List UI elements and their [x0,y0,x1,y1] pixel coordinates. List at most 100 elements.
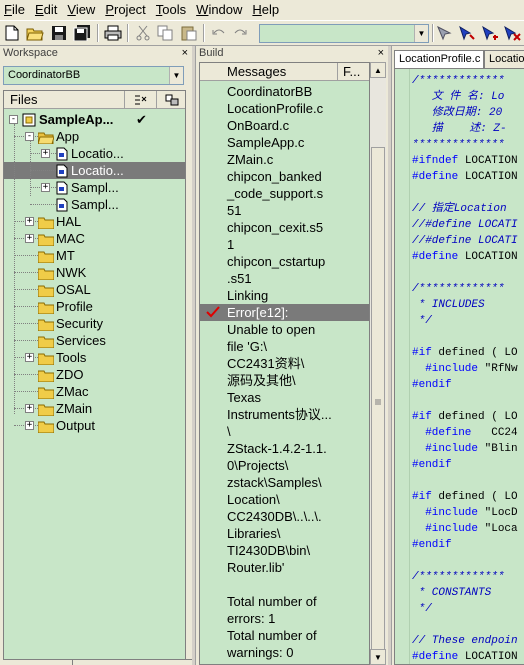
menu-view[interactable]: View [63,0,101,20]
build-message-line[interactable]: CC2431资料\ [227,355,304,372]
undo-icon[interactable] [210,24,228,42]
build-message-line[interactable]: TI2430DB\bin\ [227,542,310,559]
build-message-line[interactable]: ZMain.c [227,151,273,168]
menu-help[interactable]: Help [248,0,285,20]
save-all-icon[interactable] [73,24,91,42]
code-editor[interactable]: /************* 文 件 名: Lo 修改日期: 20 描 述: Z… [394,68,524,665]
build-message-line[interactable]: chipcon_cexit.s5 [227,219,323,236]
tree-item[interactable]: Sampl... [4,196,185,213]
build-message-line[interactable]: Total number of [227,627,317,644]
build-message-line[interactable]: 51 [227,202,241,219]
expand-icon[interactable]: + [25,217,34,226]
tree-item[interactable]: NWK [4,264,185,281]
tree-item[interactable]: + Tools [4,349,185,366]
tree-item[interactable]: Locatio... [4,162,185,179]
next-bookmark-icon[interactable] [458,24,476,42]
cut-icon[interactable] [134,24,152,42]
build-message-line[interactable]: warnings: 0 [227,644,293,661]
build-message-line[interactable]: chipcon_banked [227,168,322,185]
chevron-down-icon[interactable]: ▼ [414,25,428,42]
build-message-line[interactable]: Linking [227,287,268,304]
expand-icon[interactable]: + [41,183,50,192]
go-to-definition-icon[interactable] [481,24,499,42]
build-message-line[interactable]: 源码及其他\ [227,372,296,389]
tree-item[interactable]: + Sampl... [4,179,185,196]
options-column-icon[interactable] [156,91,185,108]
build-message-line[interactable]: _code_support.s [227,185,323,202]
workspace-close-button[interactable]: × [182,46,188,60]
tree-item[interactable]: ZDO [4,366,185,383]
expand-icon[interactable]: + [25,353,34,362]
collapse-icon[interactable]: - [9,115,18,124]
build-message-line[interactable]: Router.lib' [227,559,284,576]
menu-file[interactable]: File [0,0,31,20]
scroll-thumb[interactable] [371,147,385,657]
build-message-line[interactable]: 0\Projects\ [227,457,288,474]
menu-edit[interactable]: Edit [31,0,63,20]
collapse-icon[interactable]: - [25,132,34,141]
tree-item[interactable]: Profile [4,298,185,315]
menu-window[interactable]: Window [192,0,248,20]
redo-icon[interactable] [231,24,249,42]
toggle-bookmark-icon[interactable] [436,24,454,42]
tab-location[interactable]: Location [484,50,524,68]
tree-item[interactable]: - SampleAp... ✔ [4,111,185,128]
copy-icon[interactable] [156,24,174,42]
new-file-icon[interactable] [3,24,21,42]
files-column-header[interactable]: Files [10,92,37,107]
save-icon[interactable] [50,24,68,42]
build-scrollbar[interactable]: ▲ ▼ [370,62,386,665]
tree-item[interactable]: OSAL [4,281,185,298]
tree-item[interactable]: + MAC [4,230,185,247]
tab-location-profile-c[interactable]: LocationProfile.c [394,50,484,68]
make-status-column-icon[interactable] [124,91,156,108]
expand-icon[interactable]: + [25,421,34,430]
build-message-line[interactable]: Location\ [227,491,280,508]
tree-item[interactable]: + Locatio... [4,145,185,162]
build-message-line[interactable]: LocationProfile.c [227,100,323,117]
paste-icon[interactable] [180,24,198,42]
build-message-line[interactable]: \ [227,423,231,440]
build-message-line[interactable]: file 'G:\ [227,338,267,355]
build-close-button[interactable]: × [378,46,384,60]
build-message-line[interactable]: Instruments协议... [227,406,332,423]
build-message-line[interactable]: .s51 [227,270,252,287]
expand-icon[interactable]: + [41,149,50,158]
build-message-line[interactable]: Unable to open [227,321,315,338]
tree-item[interactable]: ZMac [4,383,185,400]
tree-item[interactable]: - App [4,128,185,145]
build-message-line[interactable]: 1 [227,236,234,253]
scroll-up-icon[interactable]: ▲ [370,62,386,78]
tree-item[interactable]: Services [4,332,185,349]
find-combo[interactable]: ▼ [259,24,429,43]
build-message-line[interactable]: chipcon_cstartup [227,253,325,270]
scroll-down-icon[interactable]: ▼ [370,649,386,665]
tree-item[interactable]: + ZMain [4,400,185,417]
build-message-line[interactable]: Texas [227,389,261,406]
menu-tools[interactable]: Tools [152,0,192,20]
build-message-line[interactable]: CC2430DB\..\..\. [227,508,322,525]
build-message-line[interactable]: Total number of [227,593,317,610]
build-message-line[interactable]: CoordinatorBB [227,83,312,100]
print-icon[interactable] [104,24,122,42]
build-message-line[interactable]: zstack\Samples\ [227,474,322,491]
tree-item[interactable]: Security [4,315,185,332]
build-message-line[interactable]: ZStack-1.4.2-1.1. [227,440,327,457]
expand-icon[interactable]: + [25,404,34,413]
build-message-line[interactable]: Error[e12]: [227,304,288,321]
chevron-down-icon[interactable]: ▼ [169,67,183,84]
messages-column-header[interactable]: Messages [227,64,286,79]
build-message-line[interactable]: errors: 1 [227,610,275,627]
build-message-line[interactable]: SampleApp.c [227,134,304,151]
expand-icon[interactable]: + [25,234,34,243]
file-column-header[interactable]: F... [337,63,369,80]
tree-item[interactable]: + Output [4,417,185,434]
tree-item[interactable]: + HAL [4,213,185,230]
build-message-line[interactable]: OnBoard.c [227,117,289,134]
build-message-line[interactable]: Libraries\ [227,525,280,542]
configuration-select[interactable]: CoordinatorBB ▼ [3,66,184,85]
menu-project[interactable]: Project [101,0,151,20]
open-folder-icon[interactable] [26,24,44,42]
find-in-files-icon[interactable] [503,24,521,42]
tree-item[interactable]: MT [4,247,185,264]
